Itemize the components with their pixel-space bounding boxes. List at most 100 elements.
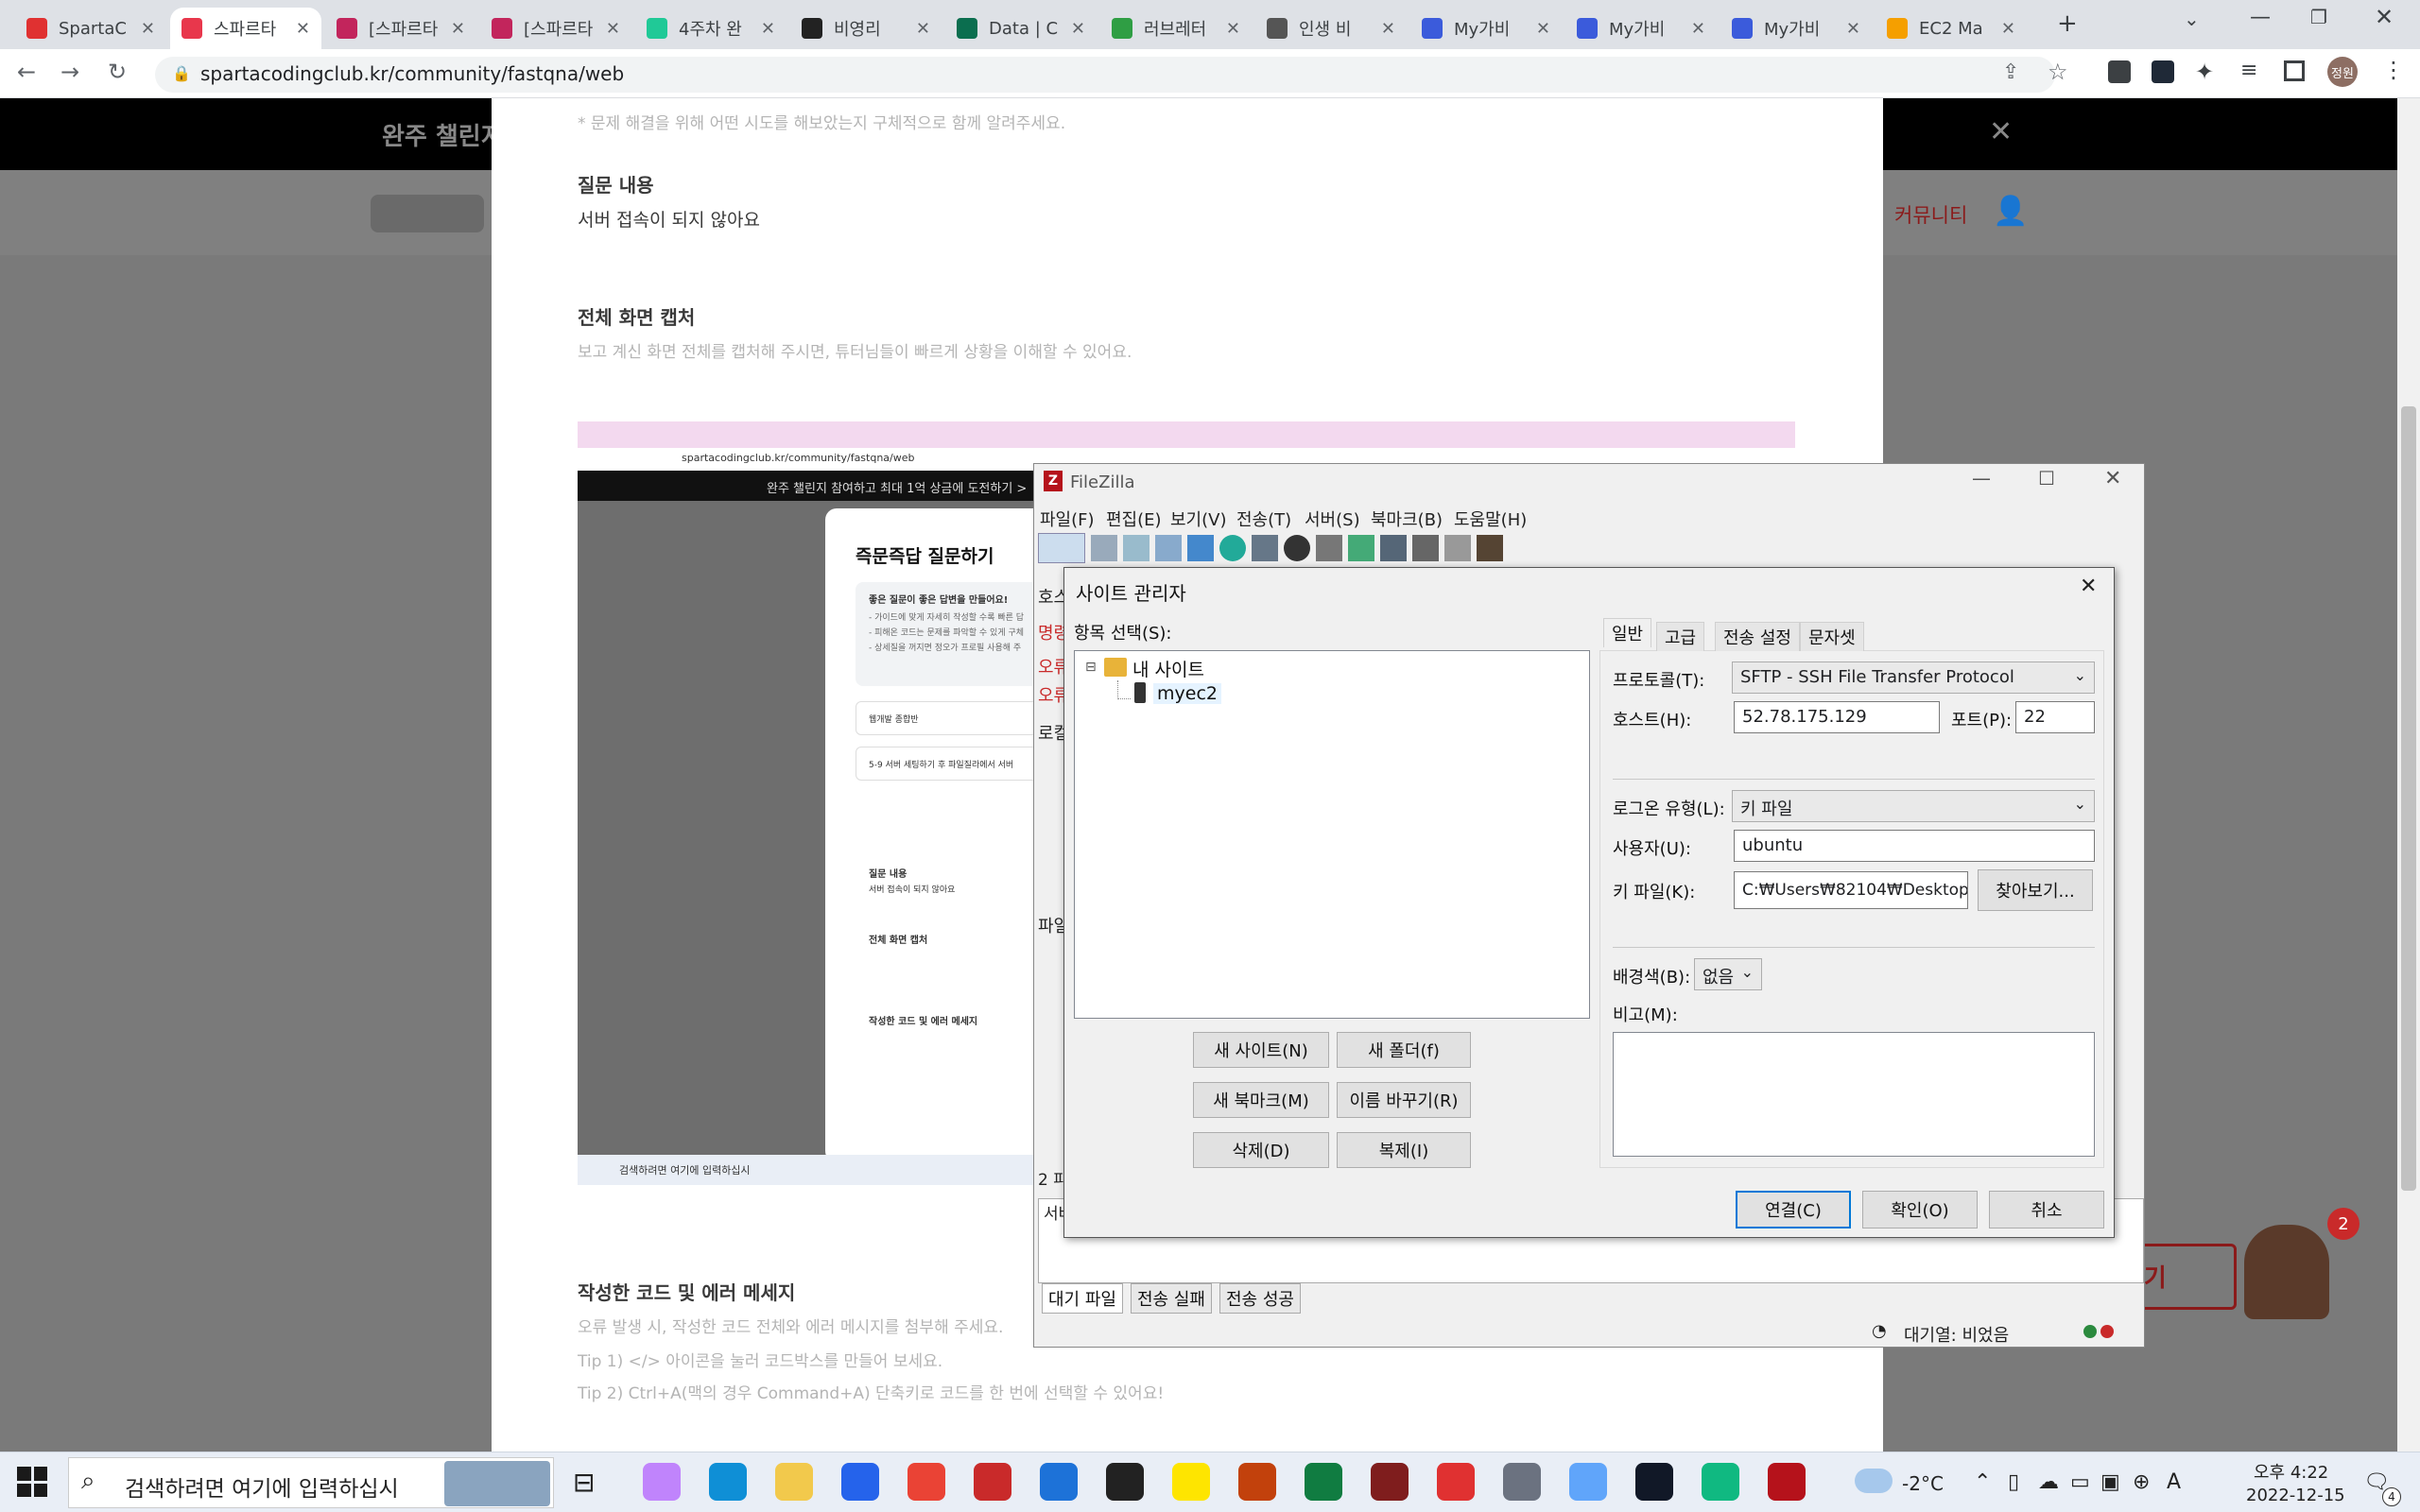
- forward-icon[interactable]: →: [60, 59, 79, 85]
- site-tree[interactable]: [1074, 650, 1590, 1019]
- connect-button[interactable]: 연결(C): [1736, 1191, 1851, 1228]
- fz-maximize-icon[interactable]: ☐: [2038, 467, 2055, 490]
- key-file-field[interactable]: C:₩Users₩82104₩Desktop₩s: [1734, 871, 1968, 909]
- queue-tab[interactable]: 전송 실패: [1131, 1283, 1212, 1314]
- tree-item-myec2[interactable]: myec2: [1153, 683, 1221, 704]
- fz-menu-item[interactable]: 편집(E): [1106, 507, 1162, 531]
- binoculars-icon[interactable]: [1477, 535, 1503, 561]
- user-field[interactable]: ubuntu: [1734, 830, 2095, 862]
- network-icon[interactable]: ▭: [2070, 1470, 2090, 1494]
- browser-tab[interactable]: Data | C ✕: [945, 8, 1097, 49]
- settings-tab[interactable]: 문자셋: [1800, 622, 1864, 651]
- port-field[interactable]: 22: [2015, 701, 2095, 733]
- tab-close-icon[interactable]: ✕: [606, 19, 620, 39]
- store-icon[interactable]: [841, 1463, 879, 1501]
- globe-icon[interactable]: ⊕: [2133, 1470, 2150, 1494]
- settings-tab[interactable]: 일반: [1603, 618, 1652, 647]
- fz-menu-item[interactable]: 파일(F): [1040, 507, 1095, 531]
- photos-icon[interactable]: [1238, 1463, 1276, 1501]
- refresh-icon[interactable]: [1219, 535, 1246, 561]
- git-icon[interactable]: [1702, 1463, 1739, 1501]
- fz-menu-item[interactable]: 전송(T): [1236, 507, 1291, 531]
- filezilla-taskbar-icon[interactable]: [1768, 1463, 1806, 1501]
- kakaotalk-icon[interactable]: [1172, 1463, 1210, 1501]
- tab-close-icon[interactable]: ✕: [1226, 19, 1240, 39]
- comment-textarea[interactable]: [1613, 1032, 2095, 1157]
- clock-date[interactable]: 2022-12-15: [2246, 1486, 2345, 1505]
- reload-icon[interactable]: ↻: [108, 59, 127, 85]
- browser-tab[interactable]: 비영리 ✕: [790, 8, 942, 49]
- taskbar-search-placeholder[interactable]: 검색하려면 여기에 입력하십시: [125, 1470, 399, 1503]
- video-editor-icon[interactable]: [974, 1463, 1011, 1501]
- excel-icon[interactable]: [1305, 1463, 1342, 1501]
- fz-close-icon[interactable]: ✕: [2104, 467, 2121, 490]
- cancel-icon[interactable]: [1284, 535, 1310, 561]
- tray-chevron-up-icon[interactable]: ⌃: [1974, 1470, 1991, 1494]
- tab-close-icon[interactable]: ✕: [2001, 19, 2015, 39]
- fz-menu-item[interactable]: 북마크(B): [1371, 507, 1443, 531]
- browser-menu-icon[interactable]: ⋮: [2382, 57, 2405, 83]
- browser-tab[interactable]: [스파르타 ✕: [480, 8, 631, 49]
- tab-close-icon[interactable]: ✕: [916, 19, 930, 39]
- sparta-logo[interactable]: [371, 195, 484, 232]
- protocol-select[interactable]: SFTP - SSH File Transfer Protocol ⌄: [1732, 662, 2095, 694]
- settings-tab[interactable]: 고급: [1656, 622, 1705, 651]
- disconnect-icon[interactable]: [1316, 535, 1342, 561]
- language-toggle[interactable]: A: [2167, 1470, 2181, 1494]
- file-explorer-icon[interactable]: [775, 1463, 813, 1501]
- back-icon[interactable]: ←: [17, 59, 36, 85]
- browser-tab[interactable]: My가비 ✕: [1410, 8, 1562, 49]
- nav-community[interactable]: 커뮤니티: [1894, 200, 1967, 229]
- fz-menu-item[interactable]: 도움말(H): [1454, 507, 1527, 531]
- browse-button[interactable]: 찾아보기...: [1978, 869, 2093, 911]
- browser-tab[interactable]: 러브레터 ✕: [1100, 8, 1252, 49]
- fz-menu-item[interactable]: 보기(V): [1170, 507, 1226, 531]
- tab-close-icon[interactable]: ✕: [141, 19, 155, 39]
- toggle-log-icon[interactable]: [1091, 535, 1117, 561]
- tab-close-icon[interactable]: ✕: [296, 19, 310, 39]
- weather-temp[interactable]: -2°C: [1902, 1472, 1944, 1495]
- tab-close-icon[interactable]: ✕: [761, 19, 775, 39]
- bookmark-star-icon[interactable]: ☆: [2048, 59, 2068, 85]
- banner-close-icon[interactable]: ✕: [1989, 115, 2013, 148]
- profile-avatar[interactable]: 정원: [2327, 57, 2358, 87]
- background-color-select[interactable]: 없음 ⌄: [1694, 958, 1762, 990]
- dir-compare-icon[interactable]: [1380, 535, 1407, 561]
- browser-tab[interactable]: 4주차 완 ✕: [635, 8, 786, 49]
- tab-close-icon[interactable]: ✕: [1071, 19, 1085, 39]
- pycharm-icon[interactable]: [1635, 1463, 1673, 1501]
- user-icon[interactable]: 👤: [1993, 195, 2028, 228]
- volume-icon[interactable]: ▣: [2100, 1470, 2120, 1494]
- new-folder-button[interactable]: 새 폴더(f): [1337, 1032, 1471, 1068]
- tab-close-icon[interactable]: ✕: [1846, 19, 1860, 39]
- queue-tab[interactable]: 대기 파일: [1042, 1283, 1123, 1314]
- mail-icon[interactable]: [1040, 1463, 1078, 1501]
- sparta-app-icon[interactable]: [1437, 1463, 1475, 1501]
- extensions-puzzle-icon[interactable]: ✦: [2195, 59, 2214, 85]
- notion-extension-icon[interactable]: [2108, 60, 2131, 83]
- settings-tab[interactable]: 전송 설정: [1715, 622, 1800, 651]
- fz-menu-item[interactable]: 서버(S): [1305, 507, 1360, 531]
- chrome-icon[interactable]: [908, 1463, 945, 1501]
- browser-tab[interactable]: My가비 ✕: [1565, 8, 1717, 49]
- toggle-queue-icon[interactable]: [1187, 535, 1214, 561]
- sync-icon[interactable]: [1444, 535, 1471, 561]
- rename-button[interactable]: 이름 바꾸기(R): [1337, 1082, 1471, 1118]
- delete-button[interactable]: 삭제(D): [1193, 1132, 1329, 1168]
- clock-time[interactable]: 오후 4:22: [2254, 1459, 2328, 1484]
- media-list-icon[interactable]: ≡: [2240, 59, 2257, 82]
- toggle-tree-icon[interactable]: [1123, 535, 1150, 561]
- send-extension-icon[interactable]: [2152, 60, 2174, 83]
- task-view-icon[interactable]: ⊟: [573, 1467, 595, 1498]
- tab-close-icon[interactable]: ✕: [451, 19, 465, 39]
- browser-tab[interactable]: [스파르타 ✕: [325, 8, 476, 49]
- snipping-tool-icon[interactable]: [643, 1463, 681, 1501]
- browser-tab[interactable]: 인생 비 ✕: [1255, 8, 1407, 49]
- xp-hub-icon[interactable]: [1371, 1463, 1409, 1501]
- tab-close-icon[interactable]: ✕: [1691, 19, 1705, 39]
- reconnect-icon[interactable]: [1348, 535, 1374, 561]
- host-field[interactable]: 52.78.175.129: [1734, 701, 1940, 733]
- toggle-remote-icon[interactable]: [1155, 535, 1182, 561]
- tab-close-icon[interactable]: ✕: [1536, 19, 1550, 39]
- browser-tab[interactable]: My가비 ✕: [1720, 8, 1872, 49]
